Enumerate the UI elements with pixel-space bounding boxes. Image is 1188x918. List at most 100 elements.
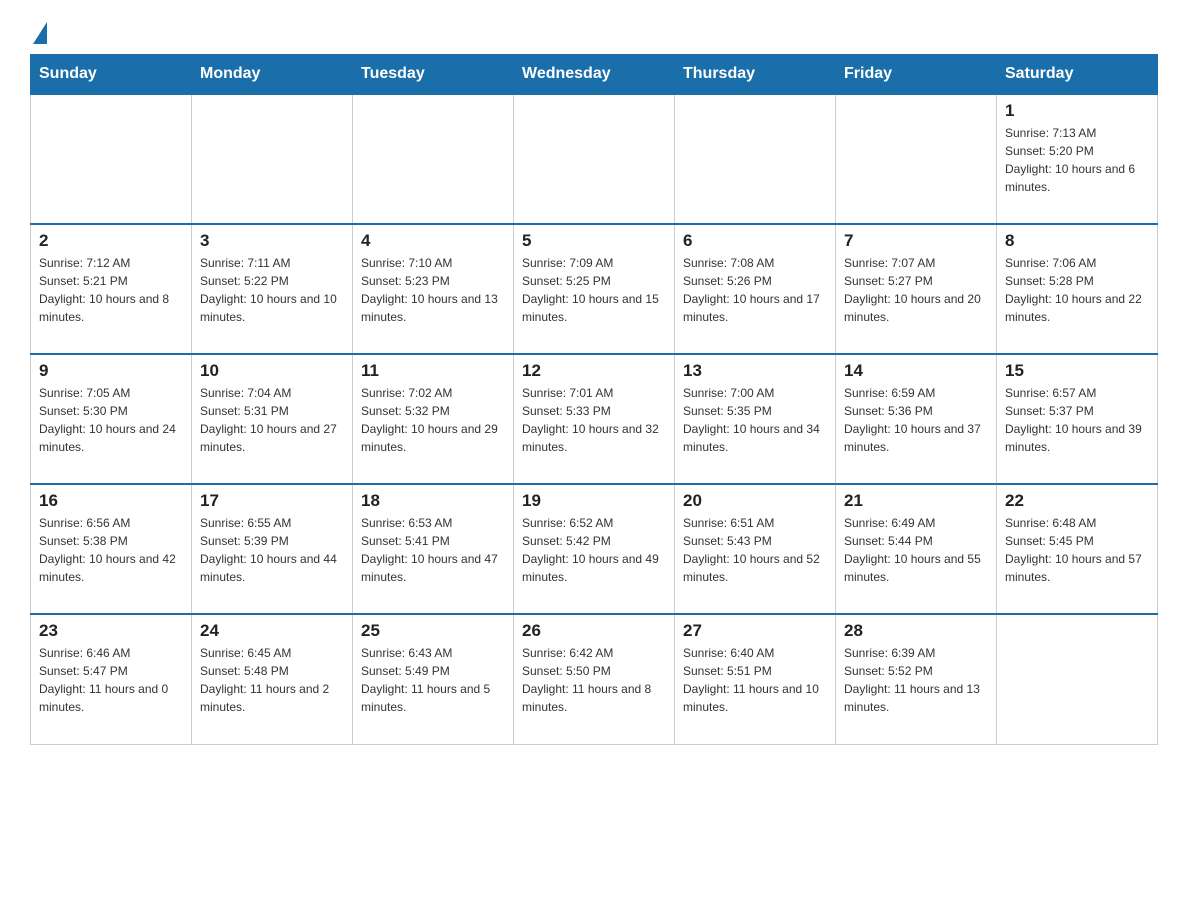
- weekday-header-row: SundayMondayTuesdayWednesdayThursdayFrid…: [31, 55, 1158, 95]
- day-info: Sunrise: 7:08 AM Sunset: 5:26 PM Dayligh…: [683, 254, 827, 326]
- weekday-header-monday: Monday: [192, 55, 353, 95]
- calendar-cell: 23 Sunrise: 6:46 AM Sunset: 5:47 PM Dayli…: [31, 614, 192, 744]
- day-info: Sunrise: 6:46 AM Sunset: 5:47 PM Dayligh…: [39, 644, 183, 716]
- day-info: Sunrise: 6:52 AM Sunset: 5:42 PM Dayligh…: [522, 514, 666, 586]
- week-row-4: 16 Sunrise: 6:56 AM Sunset: 5:38 PM Dayli…: [31, 484, 1158, 614]
- calendar-cell: 14 Sunrise: 6:59 AM Sunset: 5:36 PM Dayli…: [836, 354, 997, 484]
- calendar-cell: 27 Sunrise: 6:40 AM Sunset: 5:51 PM Dayli…: [675, 614, 836, 744]
- logo: [30, 20, 47, 44]
- calendar-cell: 12 Sunrise: 7:01 AM Sunset: 5:33 PM Dayli…: [514, 354, 675, 484]
- calendar-cell: 10Sunrise: 7:04 AM Sunset: 5:31 PM Dayli…: [192, 354, 353, 484]
- day-info: Sunrise: 7:11 AM Sunset: 5:22 PM Dayligh…: [200, 254, 344, 326]
- day-number: 22: [1005, 491, 1149, 511]
- day-info: Sunrise: 6:48 AM Sunset: 5:45 PM Dayligh…: [1005, 514, 1149, 586]
- day-number: 9: [39, 361, 183, 381]
- day-number: 4: [361, 231, 505, 251]
- calendar-cell: 26 Sunrise: 6:42 AM Sunset: 5:50 PM Dayli…: [514, 614, 675, 744]
- weekday-header-sunday: Sunday: [31, 55, 192, 95]
- day-info: Sunrise: 7:12 AM Sunset: 5:21 PM Dayligh…: [39, 254, 183, 326]
- calendar-table: SundayMondayTuesdayWednesdayThursdayFrid…: [30, 54, 1158, 745]
- day-number: 24: [200, 621, 344, 641]
- day-info: Sunrise: 6:51 AM Sunset: 5:43 PM Dayligh…: [683, 514, 827, 586]
- calendar-cell: 4 Sunrise: 7:10 AM Sunset: 5:23 PM Daylig…: [353, 224, 514, 354]
- day-number: 1: [1005, 101, 1149, 121]
- weekday-header-thursday: Thursday: [675, 55, 836, 95]
- day-number: 5: [522, 231, 666, 251]
- day-number: 28: [844, 621, 988, 641]
- calendar-cell: [353, 94, 514, 224]
- day-info: Sunrise: 7:07 AM Sunset: 5:27 PM Dayligh…: [844, 254, 988, 326]
- day-info: Sunrise: 6:40 AM Sunset: 5:51 PM Dayligh…: [683, 644, 827, 716]
- day-info: Sunrise: 6:42 AM Sunset: 5:50 PM Dayligh…: [522, 644, 666, 716]
- calendar-cell: [997, 614, 1158, 744]
- page-header: [30, 20, 1158, 44]
- day-info: Sunrise: 6:57 AM Sunset: 5:37 PM Dayligh…: [1005, 384, 1149, 456]
- weekday-header-friday: Friday: [836, 55, 997, 95]
- calendar-cell: 28 Sunrise: 6:39 AM Sunset: 5:52 PM Dayli…: [836, 614, 997, 744]
- day-number: 7: [844, 231, 988, 251]
- calendar-cell: 3 Sunrise: 7:11 AM Sunset: 5:22 PM Daylig…: [192, 224, 353, 354]
- day-info: Sunrise: 6:53 AM Sunset: 5:41 PM Dayligh…: [361, 514, 505, 586]
- day-number: 19: [522, 491, 666, 511]
- day-number: 15: [1005, 361, 1149, 381]
- day-info: Sunrise: 7:00 AM Sunset: 5:35 PM Dayligh…: [683, 384, 827, 456]
- weekday-header-saturday: Saturday: [997, 55, 1158, 95]
- day-number: 21: [844, 491, 988, 511]
- day-info: Sunrise: 6:59 AM Sunset: 5:36 PM Dayligh…: [844, 384, 988, 456]
- calendar-cell: [31, 94, 192, 224]
- weekday-header-wednesday: Wednesday: [514, 55, 675, 95]
- day-number: 20: [683, 491, 827, 511]
- week-row-5: 23 Sunrise: 6:46 AM Sunset: 5:47 PM Dayli…: [31, 614, 1158, 744]
- day-number: 13: [683, 361, 827, 381]
- calendar-cell: 24 Sunrise: 6:45 AM Sunset: 5:48 PM Dayli…: [192, 614, 353, 744]
- day-info: Sunrise: 6:43 AM Sunset: 5:49 PM Dayligh…: [361, 644, 505, 716]
- logo-triangle-icon: [33, 22, 47, 44]
- day-info: Sunrise: 7:09 AM Sunset: 5:25 PM Dayligh…: [522, 254, 666, 326]
- day-number: 8: [1005, 231, 1149, 251]
- day-info: Sunrise: 7:10 AM Sunset: 5:23 PM Dayligh…: [361, 254, 505, 326]
- day-number: 3: [200, 231, 344, 251]
- day-info: Sunrise: 6:39 AM Sunset: 5:52 PM Dayligh…: [844, 644, 988, 716]
- week-row-2: 2 Sunrise: 7:12 AM Sunset: 5:21 PM Daylig…: [31, 224, 1158, 354]
- day-number: 27: [683, 621, 827, 641]
- day-info: Sunrise: 7:01 AM Sunset: 5:33 PM Dayligh…: [522, 384, 666, 456]
- day-info: Sunrise: 6:55 AM Sunset: 5:39 PM Dayligh…: [200, 514, 344, 586]
- calendar-cell: [192, 94, 353, 224]
- calendar-cell: [514, 94, 675, 224]
- day-info: Sunrise: 6:45 AM Sunset: 5:48 PM Dayligh…: [200, 644, 344, 716]
- week-row-1: 1 Sunrise: 7:13 AM Sunset: 5:20 PM Daylig…: [31, 94, 1158, 224]
- calendar-cell: 19 Sunrise: 6:52 AM Sunset: 5:42 PM Dayli…: [514, 484, 675, 614]
- calendar-cell: [836, 94, 997, 224]
- calendar-cell: 13 Sunrise: 7:00 AM Sunset: 5:35 PM Dayli…: [675, 354, 836, 484]
- calendar-cell: 15 Sunrise: 6:57 AM Sunset: 5:37 PM Dayli…: [997, 354, 1158, 484]
- day-number: 14: [844, 361, 988, 381]
- calendar-cell: 8Sunrise: 7:06 AM Sunset: 5:28 PM Daylig…: [997, 224, 1158, 354]
- calendar-cell: 7 Sunrise: 7:07 AM Sunset: 5:27 PM Daylig…: [836, 224, 997, 354]
- calendar-cell: 22 Sunrise: 6:48 AM Sunset: 5:45 PM Dayli…: [997, 484, 1158, 614]
- calendar-cell: 20 Sunrise: 6:51 AM Sunset: 5:43 PM Dayli…: [675, 484, 836, 614]
- week-row-3: 9 Sunrise: 7:05 AM Sunset: 5:30 PM Daylig…: [31, 354, 1158, 484]
- day-number: 23: [39, 621, 183, 641]
- calendar-cell: [675, 94, 836, 224]
- calendar-cell: 17Sunrise: 6:55 AM Sunset: 5:39 PM Dayli…: [192, 484, 353, 614]
- day-info: Sunrise: 6:56 AM Sunset: 5:38 PM Dayligh…: [39, 514, 183, 586]
- day-info: Sunrise: 7:13 AM Sunset: 5:20 PM Dayligh…: [1005, 124, 1149, 196]
- day-info: Sunrise: 6:49 AM Sunset: 5:44 PM Dayligh…: [844, 514, 988, 586]
- calendar-cell: 1 Sunrise: 7:13 AM Sunset: 5:20 PM Daylig…: [997, 94, 1158, 224]
- calendar-cell: 21 Sunrise: 6:49 AM Sunset: 5:44 PM Dayli…: [836, 484, 997, 614]
- day-number: 16: [39, 491, 183, 511]
- calendar-cell: 18 Sunrise: 6:53 AM Sunset: 5:41 PM Dayli…: [353, 484, 514, 614]
- day-number: 6: [683, 231, 827, 251]
- day-number: 11: [361, 361, 505, 381]
- day-number: 12: [522, 361, 666, 381]
- day-info: Sunrise: 7:04 AM Sunset: 5:31 PM Dayligh…: [200, 384, 344, 456]
- calendar-cell: 9 Sunrise: 7:05 AM Sunset: 5:30 PM Daylig…: [31, 354, 192, 484]
- day-info: Sunrise: 7:05 AM Sunset: 5:30 PM Dayligh…: [39, 384, 183, 456]
- day-number: 18: [361, 491, 505, 511]
- calendar-cell: 6 Sunrise: 7:08 AM Sunset: 5:26 PM Daylig…: [675, 224, 836, 354]
- calendar-cell: 16 Sunrise: 6:56 AM Sunset: 5:38 PM Dayli…: [31, 484, 192, 614]
- day-number: 26: [522, 621, 666, 641]
- calendar-cell: 5 Sunrise: 7:09 AM Sunset: 5:25 PM Daylig…: [514, 224, 675, 354]
- calendar-cell: 25Sunrise: 6:43 AM Sunset: 5:49 PM Dayli…: [353, 614, 514, 744]
- day-number: 2: [39, 231, 183, 251]
